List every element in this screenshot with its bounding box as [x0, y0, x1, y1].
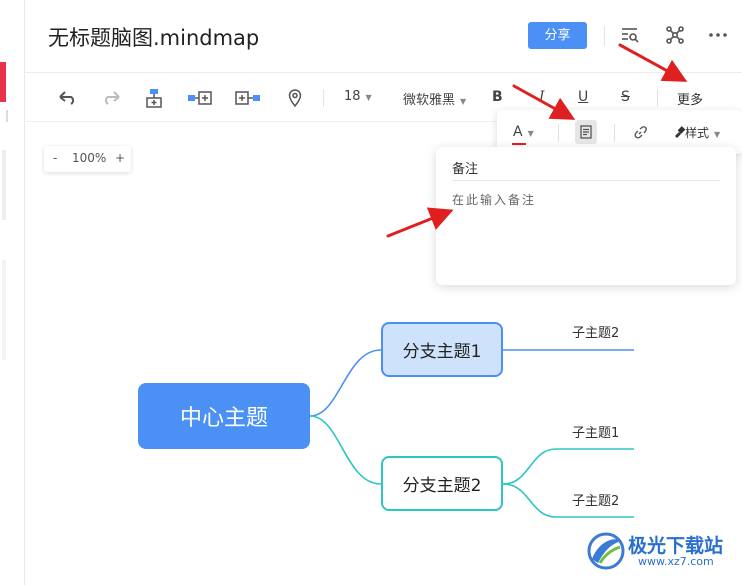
arrow-to-more [618, 43, 688, 82]
arrow-to-note-button [512, 84, 576, 120]
arrow-to-notes-input [386, 207, 454, 238]
annotation-arrows [386, 43, 688, 238]
watermark-name: 极光下载站 [628, 535, 724, 557]
watermark-logo: 极光下载站 www.xz7.com [586, 525, 736, 580]
watermark-url: www.xz7.com [638, 555, 714, 568]
watermark-icon [587, 532, 625, 570]
